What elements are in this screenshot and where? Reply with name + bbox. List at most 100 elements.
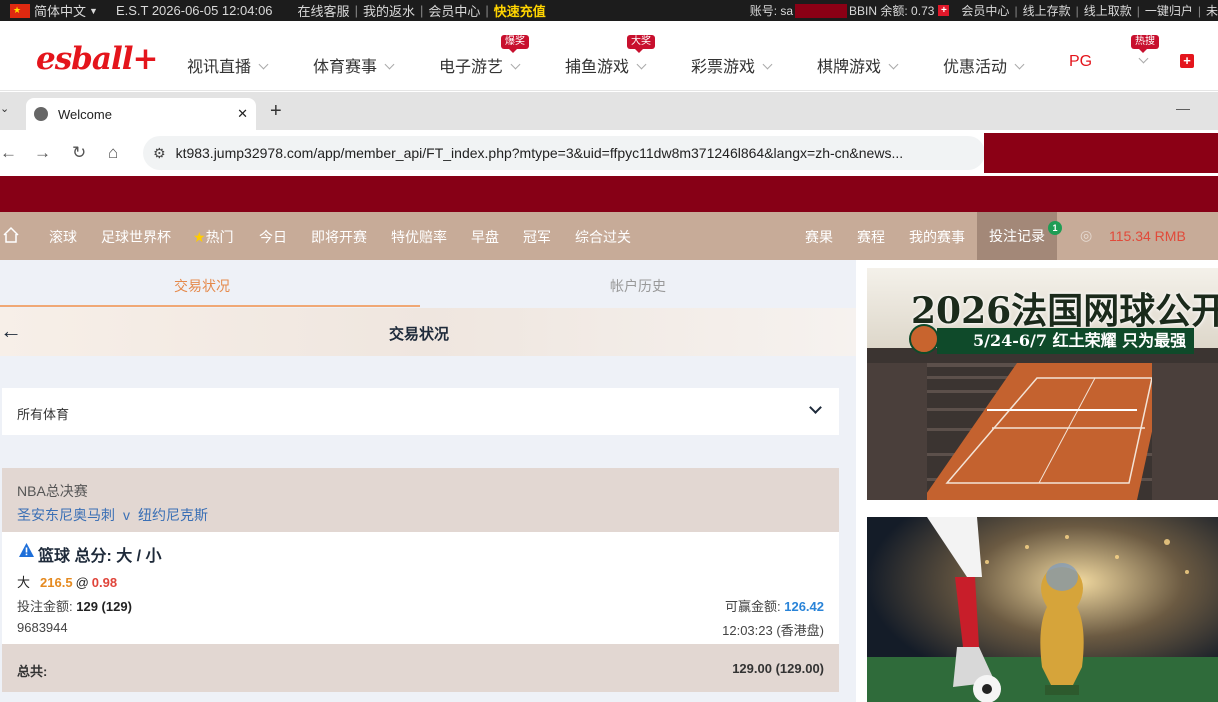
bet-type: 篮球 总分: 大 / 小: [38, 548, 162, 565]
nav-slots[interactable]: 电子游艺: [439, 53, 521, 77]
link-member-center[interactable]: 会员中心: [428, 1, 480, 20]
language-selector[interactable]: 简体中文: [34, 1, 86, 20]
main-nav: esball+ 视讯直播 体育赛事 爆奖 电子游艺 大奖 捕鱼游戏 彩票游戏 棋…: [0, 33, 1218, 91]
nav-promotions[interactable]: 优惠活动: [943, 53, 1025, 77]
sports-tab-boosted-odds[interactable]: 特优赔率: [391, 227, 447, 247]
active-tab-indicator: [0, 305, 420, 307]
notification-badge: 1: [1048, 221, 1062, 235]
esball-logo[interactable]: esball+: [36, 41, 158, 77]
caret-down-icon[interactable]: ▼: [89, 6, 98, 16]
home-team: 圣安东尼奥马刺: [17, 507, 115, 523]
bet-selection: 大 216.5 @0.98: [17, 572, 117, 591]
chevron-down-icon: [762, 59, 773, 70]
add-balance-icon[interactable]: +: [938, 5, 950, 16]
sports-tab-early[interactable]: 早盘: [471, 227, 499, 247]
sports-tab-label: 热门: [205, 229, 234, 245]
masked-account: [795, 3, 848, 18]
win-label: 可赢金额:: [724, 599, 781, 614]
hide-balance-icon[interactable]: ◎: [1080, 227, 1092, 244]
chevron-down-icon: [636, 59, 647, 70]
nav-label: 视讯直播: [187, 59, 252, 76]
chevron-down-icon: [1014, 59, 1025, 70]
ticket-id: 9683944: [17, 620, 68, 635]
reload-icon[interactable]: ↻: [72, 143, 86, 163]
right-link-member-center[interactable]: 会员中心: [961, 2, 1009, 19]
total-label: 总共:: [17, 664, 48, 679]
masked-region: [984, 133, 1218, 173]
forward-arrow-icon[interactable]: →: [34, 143, 51, 163]
nav-lottery[interactable]: 彩票游戏: [691, 53, 773, 77]
sports-nav: 滚球 足球世界杯 ★热门 今日 即将开赛 特优赔率 早盘 冠军 综合过关 赛果 …: [0, 212, 1218, 260]
sports-tab-today[interactable]: 今日: [259, 227, 287, 247]
sports-tab-world-cup[interactable]: 足球世界杯: [101, 227, 171, 247]
sports-tab-bet-history[interactable]: 投注记录: [977, 212, 1057, 260]
link-my-rebate[interactable]: 我的返水: [363, 1, 415, 20]
sports-tab-outright[interactable]: 冠军: [523, 227, 551, 247]
nav-sports[interactable]: 体育赛事: [313, 53, 395, 77]
account-balance: 115.34 RMB: [1109, 228, 1186, 244]
url-text: kt983.jump32978.com/app/member_api/FT_in…: [175, 145, 904, 161]
home-icon[interactable]: ⌂: [108, 143, 118, 163]
back-arrow-icon[interactable]: ←: [0, 143, 17, 163]
china-flag-icon: [10, 3, 30, 18]
page-title: 交易状况: [389, 326, 450, 343]
nav-live-casino[interactable]: 视讯直播: [187, 53, 269, 77]
world-cup-illustration: [867, 517, 1218, 702]
match-teams[interactable]: 圣安东尼奥马刺 v 纽约尼克斯: [17, 505, 208, 525]
right-link-withdraw[interactable]: 线上取款: [1084, 2, 1132, 19]
home-icon[interactable]: [2, 226, 20, 244]
world-cup-banner[interactable]: [867, 517, 1218, 702]
back-arrow-icon[interactable]: ←: [0, 318, 22, 344]
sports-tab-my-events[interactable]: 我的赛事: [909, 227, 965, 247]
nav-pg[interactable]: PG: [1069, 53, 1092, 71]
stake-amount: 投注金额: 129 (129): [17, 596, 132, 615]
sub-tabs: 交易状况 帐户历史: [0, 260, 856, 308]
plus-icon[interactable]: +: [1180, 54, 1194, 68]
tab-search-chevron-icon[interactable]: ⌄: [0, 102, 9, 115]
server-time: E.S.T 2026-06-05 12:04:06: [115, 3, 273, 18]
sports-tab-schedule[interactable]: 赛程: [857, 227, 885, 247]
versus-label: v: [123, 507, 130, 523]
quick-recharge-link[interactable]: 快速充值: [494, 1, 546, 20]
sports-tab-inplay[interactable]: 滚球: [49, 227, 77, 247]
chevron-down-icon: [384, 59, 395, 70]
nav-more[interactable]: [1131, 53, 1149, 71]
top-links: 在线客服 | 我的返水 | 会员中心 | 快速充值: [297, 1, 546, 20]
maroon-header-band: [0, 176, 1218, 212]
url-field[interactable]: ⚙ kt983.jump32978.com/app/member_api/FT_…: [143, 136, 985, 170]
roland-garros-logo: [909, 324, 939, 354]
new-tab-icon[interactable]: +: [270, 100, 282, 123]
right-link-truncated[interactable]: 未: [1206, 2, 1218, 19]
link-online-service[interactable]: 在线客服: [298, 1, 350, 20]
site-settings-icon[interactable]: ⚙: [153, 145, 166, 162]
sport-filter-label: 所有体育: [17, 407, 70, 422]
bet-card: NBA总决赛 圣安东尼奥马刺 v 纽约尼克斯 篮球 总分: 大 / 小 大 216.5…: [2, 468, 839, 692]
promo-sidebar: 2026法国网球公开 5/24-6/7 红土荣耀 只为最强: [856, 260, 1218, 702]
french-open-subtitle: 5/24-6/7 红土荣耀 只为最强: [937, 328, 1195, 354]
sports-tab-parlay[interactable]: 综合过关: [575, 227, 631, 247]
minimize-icon[interactable]: —: [1176, 100, 1190, 116]
tab-transaction-status[interactable]: 交易状况: [174, 276, 230, 296]
win-value: 126.42: [784, 599, 824, 614]
tab-title: Welcome: [58, 106, 112, 122]
sports-tab-results[interactable]: 赛果: [805, 227, 833, 247]
chevron-down-icon: [510, 59, 521, 70]
sports-tab-hot[interactable]: ★热门: [193, 227, 234, 247]
hot-prize-badge: 爆奖: [501, 35, 529, 53]
sports-tab-upcoming[interactable]: 即将开赛: [311, 227, 367, 247]
at-symbol: @: [75, 575, 89, 590]
hot-search-badge: 热搜: [1131, 35, 1159, 53]
close-icon[interactable]: ✕: [237, 106, 248, 122]
nav-fishing[interactable]: 捕鱼游戏: [565, 53, 647, 77]
tab-account-history[interactable]: 帐户历史: [610, 276, 666, 296]
browser-tab[interactable]: Welcome ✕: [26, 98, 256, 130]
sport-filter-dropdown[interactable]: 所有体育: [2, 388, 839, 435]
nav-cards[interactable]: 棋牌游戏: [817, 53, 899, 77]
chevron-down-icon: [258, 59, 269, 70]
pick-side: 大: [17, 575, 31, 590]
right-link-one-click[interactable]: 一键归户: [1145, 2, 1193, 19]
bet-time: 12:03:23 (香港盘): [722, 623, 824, 638]
french-open-banner[interactable]: 2026法国网球公开 5/24-6/7 红土荣耀 只为最强: [867, 268, 1218, 500]
account-area: 账号: sa BBIN 余额: 0.73 + 会员中心 | 线上存款 | 线上取款 |…: [749, 2, 1218, 19]
right-link-deposit[interactable]: 线上存款: [1023, 2, 1071, 19]
